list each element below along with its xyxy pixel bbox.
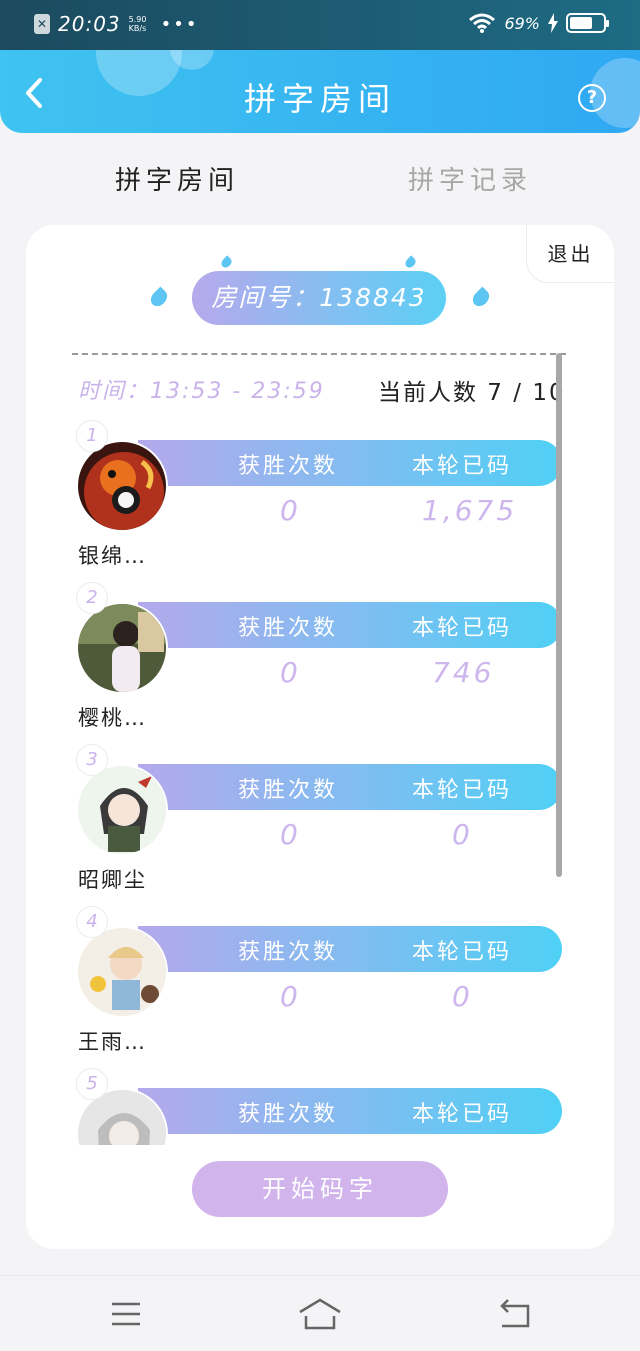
rank-badge: 5 — [76, 1068, 108, 1100]
typed-label: 本轮已码 — [412, 616, 513, 641]
stats-bar: 获胜次数 本轮已码 — [138, 1088, 562, 1134]
app-header: 拼字房间 ? — [0, 50, 640, 133]
list-item: 获胜次数 本轮已码 1 0 1,675 银绵… — [26, 420, 614, 582]
system-nav-bar — [0, 1275, 640, 1351]
typed-value: 1,675 — [422, 494, 518, 527]
player-name: 昭卿尘 — [78, 868, 147, 892]
avatar[interactable] — [76, 602, 168, 694]
tab-room[interactable]: 拼字房间 — [115, 160, 239, 197]
player-name: 银绵… — [78, 544, 147, 568]
rank-badge: 4 — [76, 906, 108, 938]
tab-records[interactable]: 拼字记录 — [408, 160, 532, 197]
home-icon[interactable] — [298, 1296, 342, 1332]
typed-value: 0 — [452, 818, 473, 851]
wins-label: 获胜次数 — [238, 940, 339, 965]
wins-label: 获胜次数 — [238, 1102, 339, 1127]
divider — [72, 353, 566, 355]
typed-label: 本轮已码 — [412, 940, 513, 965]
room-number-badge: 房间号：138843 — [192, 271, 446, 325]
list-item: 获胜次数 本轮已码 5 — [26, 1068, 614, 1145]
network-speed-value: 5.90 — [128, 15, 147, 24]
battery-icon — [566, 13, 609, 33]
player-count: 当前人数 7 / 10 — [378, 380, 566, 406]
wins-label: 获胜次数 — [238, 454, 339, 479]
charging-icon — [548, 13, 558, 33]
help-button[interactable]: ? — [578, 84, 606, 112]
notification-icon: ✕ — [34, 14, 50, 34]
avatar[interactable] — [76, 926, 168, 1018]
wins-value: 0 — [280, 818, 301, 851]
wins-value: 0 — [280, 980, 301, 1013]
decor-drop — [219, 255, 234, 270]
wifi-icon — [469, 13, 496, 33]
list-scrollbar[interactable] — [556, 353, 562, 877]
room-time: 时间：13:53 - 23:59 — [78, 379, 325, 404]
rank-badge: 3 — [76, 744, 108, 776]
status-bar: ✕ 20:03 5.90 KB/s ••• 69% — [0, 0, 640, 50]
player-name: 王雨… — [78, 1030, 147, 1054]
rank-badge: 2 — [76, 582, 108, 614]
avatar[interactable] — [76, 440, 168, 532]
list-item: 获胜次数 本轮已码 4 0 0 王雨… — [26, 906, 614, 1068]
typed-label: 本轮已码 — [412, 1102, 513, 1127]
menu-icon[interactable] — [106, 1296, 146, 1332]
typed-label: 本轮已码 — [412, 454, 513, 479]
player-name: 樱桃… — [78, 706, 147, 730]
typed-label: 本轮已码 — [412, 778, 513, 803]
decor-drop — [147, 286, 171, 310]
wins-value: 0 — [280, 656, 301, 689]
more-notifications-icon: ••• — [160, 13, 199, 35]
battery-percent: 69% — [504, 13, 540, 33]
room-card: 退出 房间号：138843 时间：13:53 - 23:59 当前人数 7 / … — [26, 225, 614, 1249]
wins-label: 获胜次数 — [238, 616, 339, 641]
decor-drop — [403, 255, 418, 270]
stats-bar: 获胜次数 本轮已码 — [138, 764, 562, 810]
page-title: 拼字房间 — [243, 80, 396, 118]
wins-label: 获胜次数 — [238, 778, 339, 803]
network-speed: 5.90 KB/s — [129, 15, 153, 33]
status-time: 20:03 — [58, 12, 121, 36]
rank-badge: 1 — [76, 420, 108, 452]
exit-button[interactable]: 退出 — [526, 225, 614, 283]
typed-value: 0 — [452, 980, 473, 1013]
typed-value: 746 — [432, 656, 495, 689]
stats-bar: 获胜次数 本轮已码 — [138, 926, 562, 972]
stats-bar: 获胜次数 本轮已码 — [138, 440, 562, 486]
tab-bar: 拼字房间 拼字记录 — [0, 160, 640, 210]
wins-value: 0 — [280, 494, 301, 527]
player-list[interactable]: 获胜次数 本轮已码 1 0 1,675 银绵… 获胜次数 本轮已码 2 0 74… — [26, 420, 614, 1145]
decor-drop — [469, 286, 493, 310]
list-item: 获胜次数 本轮已码 3 0 0 昭卿尘 — [26, 744, 614, 906]
stats-bar: 获胜次数 本轮已码 — [138, 602, 562, 648]
back-nav-icon[interactable] — [494, 1296, 534, 1332]
avatar[interactable] — [76, 764, 168, 856]
network-speed-unit: KB/s — [128, 24, 147, 33]
start-typing-button[interactable]: 开始码字 — [192, 1161, 448, 1217]
list-item: 获胜次数 本轮已码 2 0 746 樱桃… — [26, 582, 614, 744]
